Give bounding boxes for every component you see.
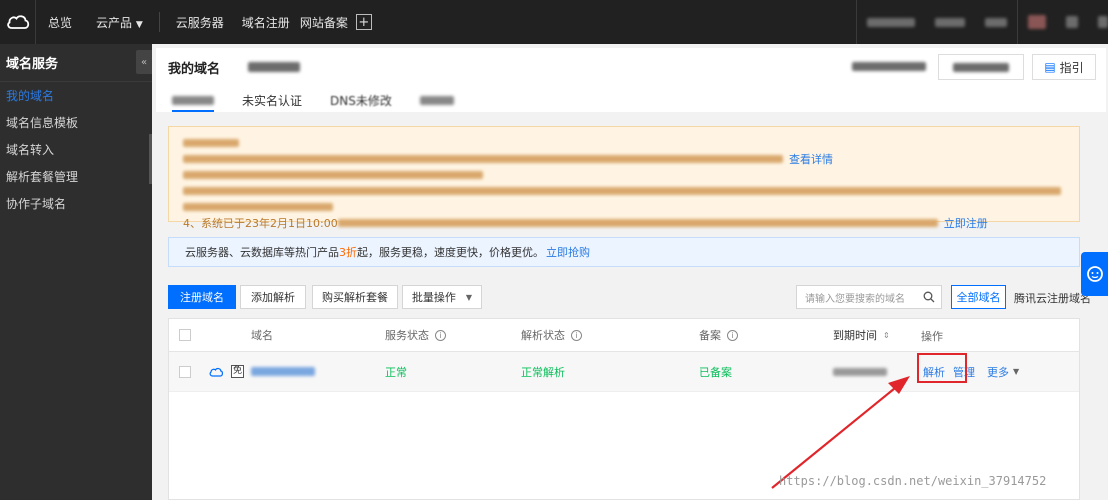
watermark: https://blog.csdn.net/weixin_37914752	[779, 474, 1047, 488]
annotation-arrow	[771, 376, 910, 489]
